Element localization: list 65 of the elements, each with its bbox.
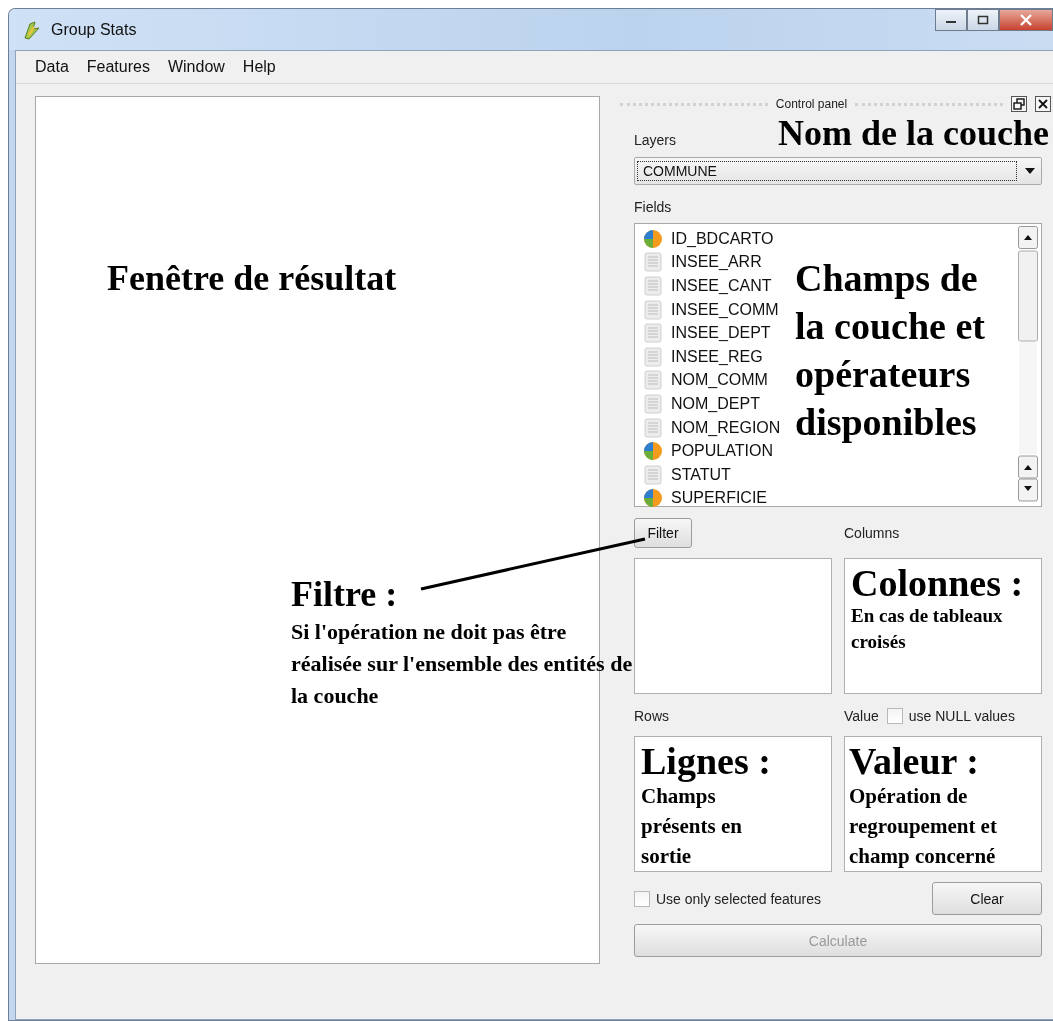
close-button[interactable] (999, 9, 1053, 31)
annotation-title: Filtre : (291, 573, 399, 616)
field-item[interactable]: ID_BDCARTO (671, 229, 774, 248)
pie-chart-icon (643, 488, 663, 509)
menu-item[interactable]: Help (233, 58, 285, 76)
rows-box[interactable]: Lignes : Champs présents en sortie (634, 736, 832, 872)
pie-chart-icon (643, 228, 663, 249)
clear-button[interactable]: Clear (932, 882, 1042, 915)
window-title: Group Stats (51, 20, 138, 39)
field-item[interactable]: INSEE_CANT (671, 277, 772, 295)
annotation-text: En cas de tableaux croisés (851, 604, 1004, 654)
annotation-text: Champs présents en sortie (641, 783, 743, 870)
columns-box[interactable]: Colonnes : En cas de tableaux croisés (844, 558, 1042, 694)
columns-label: Columns (844, 525, 901, 541)
field-item[interactable]: SUPERFICIE (671, 489, 767, 508)
document-icon (643, 276, 663, 296)
annotation-text: Si l'opération ne doit pas être réalisée sur l'ensemble des entités de la couche (291, 618, 634, 710)
layer-dropdown[interactable]: COMMUNE (634, 157, 1042, 185)
checkbox-label[interactable]: use NULL values (908, 708, 1015, 724)
document-icon (643, 252, 663, 273)
app-icon (21, 18, 43, 41)
document-icon (643, 370, 663, 391)
field-item[interactable]: NOM_REGION (671, 418, 781, 437)
annotation-text: Champs de la couche et opérateurs disponibles (795, 256, 986, 445)
filter-button[interactable]: Filter (634, 518, 692, 548)
minimize-button[interactable] (935, 9, 967, 31)
field-item[interactable]: STATUT (671, 465, 731, 484)
pie-chart-icon (643, 441, 663, 462)
layers-label: Layers (634, 132, 677, 148)
value-box[interactable]: Valeur : Opération de regroupement et champ concerné (844, 736, 1042, 872)
value-label: Value (844, 708, 879, 724)
panel-title: Control panel (775, 97, 848, 111)
maximize-icon (977, 15, 989, 25)
annotation-title: Colonnes : (851, 563, 1025, 603)
menu-item[interactable]: Window (158, 58, 234, 76)
checkbox[interactable] (634, 890, 650, 907)
field-item[interactable]: INSEE_ARR (671, 253, 762, 272)
dropdown-arrow-icon (1025, 168, 1035, 174)
field-item[interactable]: NOM_DEPT (671, 394, 760, 413)
maximize-button[interactable] (967, 9, 999, 31)
annotation-title: Valeur : (849, 741, 980, 781)
document-icon (643, 299, 663, 320)
document-icon (643, 323, 663, 344)
document-icon (643, 346, 663, 367)
fields-label: Fields (634, 199, 673, 215)
annotation-text: Nom de la couche (778, 112, 1049, 154)
annotation-text: Fenêtre de résultat (107, 257, 397, 299)
field-item[interactable]: NOM_COMM (671, 371, 768, 390)
annotation-title: Lignes : (641, 741, 772, 781)
field-item[interactable]: POPULATION (671, 442, 773, 461)
close-icon[interactable] (1035, 96, 1051, 112)
document-icon (643, 417, 663, 438)
document-icon (643, 393, 663, 414)
menu-item[interactable]: Data (26, 58, 78, 76)
annotation-text: Opération de regroupement et champ concerné (849, 783, 998, 870)
menu-item[interactable]: Features (77, 58, 159, 76)
document-icon (643, 464, 663, 485)
rows-label: Rows (634, 708, 670, 724)
field-item[interactable]: INSEE_REG (671, 347, 763, 366)
checkbox-label[interactable]: Use only selected features (656, 890, 821, 907)
field-item[interactable]: INSEE_COMM (671, 300, 779, 319)
field-item[interactable]: INSEE_DEPT (671, 324, 771, 343)
checkbox[interactable] (886, 708, 903, 724)
float-button[interactable] (1011, 96, 1027, 112)
close-icon (1019, 14, 1033, 26)
